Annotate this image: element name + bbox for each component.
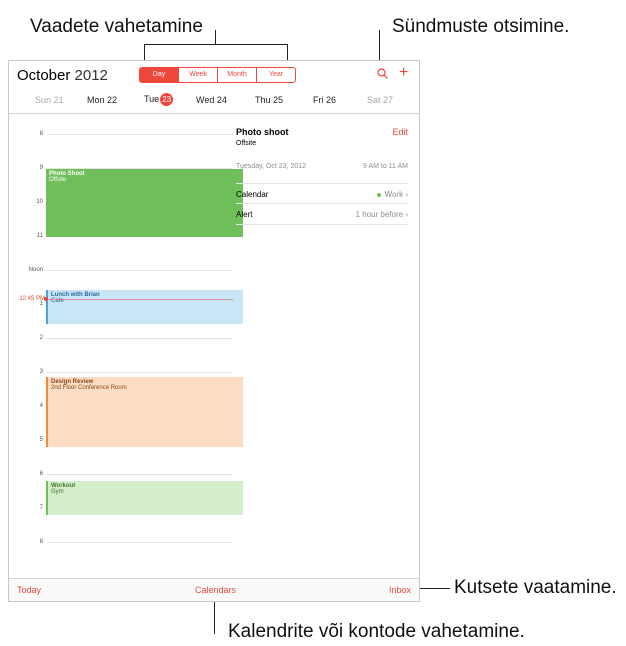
hour-line <box>47 134 233 135</box>
segment-day[interactable]: Day <box>140 68 178 82</box>
alert-row[interactable]: Alert 1 hour before › <box>236 203 408 225</box>
current-time-line <box>47 299 233 300</box>
month-label: October <box>17 67 71 84</box>
event-design-review[interactable]: Design Review 2nd Floor Conference Room <box>46 377 243 447</box>
segment-year[interactable]: Year <box>256 68 295 82</box>
callout-calendars-leader <box>214 600 215 634</box>
view-switcher: Day Week Month Year <box>139 67 296 83</box>
day-wed[interactable]: Wed 24 <box>196 95 227 105</box>
event-location: Gym <box>51 489 64 495</box>
segment-month[interactable]: Month <box>217 68 256 82</box>
hour-label: 8 <box>39 539 43 545</box>
hour-label: 11 <box>36 233 43 239</box>
calendar-color-dot <box>376 192 381 197</box>
hour-label: 3 <box>39 369 43 375</box>
day-tue-label: Tue <box>144 93 160 104</box>
hour-line <box>47 542 233 543</box>
year-label: 2012 <box>74 67 108 84</box>
today-badge: 23 <box>160 93 174 106</box>
edit-button[interactable]: Edit <box>392 127 408 137</box>
segment-week[interactable]: Week <box>178 68 217 82</box>
bottom-toolbar: Today Calendars Inbox <box>9 578 419 601</box>
current-time-label: 12:45 PM <box>19 296 45 302</box>
event-photo-shoot[interactable]: Photo Shoot Offsite <box>46 169 243 237</box>
hour-label: 9 <box>39 165 43 171</box>
hour-label: 8 <box>39 131 43 137</box>
add-event-icon[interactable]: + <box>399 64 408 82</box>
alert-value: 1 hour before <box>355 210 404 219</box>
day-tue[interactable]: Tue 23 <box>144 93 174 106</box>
day-sat[interactable]: Sat 27 <box>367 95 393 105</box>
callout-views-bracket <box>144 44 287 45</box>
hour-line <box>47 474 233 475</box>
calendar-row-label: Calendar <box>236 190 269 199</box>
day-mon[interactable]: Mon 22 <box>87 95 117 105</box>
callout-search: Sündmuste otsimine. <box>392 16 570 37</box>
event-detail-panel: Photo shoot Edit Offsite Tuesday, Oct 23… <box>236 127 408 225</box>
callout-invites-leader <box>420 588 450 589</box>
today-button[interactable]: Today <box>17 585 41 595</box>
hour-line <box>47 372 233 373</box>
event-location: Offsite <box>49 177 67 183</box>
calendar-row-value: Work › <box>376 190 408 199</box>
hour-label: 5 <box>39 437 43 443</box>
day-fri[interactable]: Fri 26 <box>313 95 336 105</box>
event-workout[interactable]: Workout Gym <box>46 481 243 515</box>
detail-time: 9 AM to 11 AM <box>362 163 408 170</box>
hour-label: 6 <box>39 471 43 477</box>
calendar-name: Work <box>384 190 404 199</box>
alert-row-value: 1 hour before › <box>355 210 408 219</box>
callout-invites: Kutsete vaatamine. <box>454 577 617 598</box>
event-lunch[interactable]: Lunch with Brian Cafe <box>46 290 243 324</box>
month-title[interactable]: October 2012 <box>17 67 108 84</box>
alert-row-label: Alert <box>236 210 253 219</box>
hour-line <box>47 270 233 271</box>
detail-title: Photo shoot <box>236 127 289 137</box>
hour-label: 4 <box>39 403 43 409</box>
hour-label: 7 <box>39 505 43 511</box>
day-thu[interactable]: Thu 25 <box>255 95 283 105</box>
week-strip: Sun 21 Mon 22 Tue 23 Wed 24 Thu 25 Fri 26… <box>9 89 419 114</box>
detail-date: Tuesday, Oct 23, 2012 <box>236 163 307 170</box>
callout-views-leader <box>215 30 216 44</box>
calendar-row[interactable]: Calendar Work › <box>236 183 408 204</box>
day-sun[interactable]: Sun 21 <box>35 95 64 105</box>
calendars-button[interactable]: Calendars <box>195 585 236 595</box>
callout-views: Vaadete vahetamine <box>30 16 203 37</box>
calendar-screen: October 2012 Day Week Month Year + Sun 2… <box>8 60 420 602</box>
hour-label: Noon <box>28 267 43 273</box>
hour-label: 2 <box>39 335 43 341</box>
inbox-button[interactable]: Inbox <box>389 585 411 595</box>
callout-search-leader <box>379 30 380 62</box>
callout-calendars: Kalendrite või kontode vahetamine. <box>228 621 525 642</box>
hour-label: 10 <box>36 199 43 205</box>
detail-subtitle: Offsite <box>236 140 257 147</box>
hour-line <box>47 338 233 339</box>
event-location: 2nd Floor Conference Room <box>51 385 127 391</box>
search-icon[interactable] <box>376 67 390 81</box>
